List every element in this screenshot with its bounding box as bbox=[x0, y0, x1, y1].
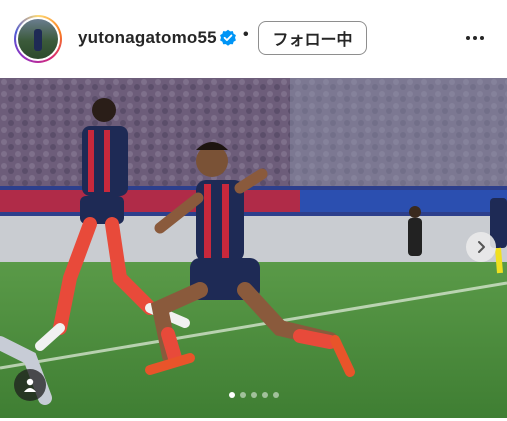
more-dot bbox=[480, 36, 484, 40]
more-dot bbox=[466, 36, 470, 40]
carousel-indicator bbox=[0, 392, 507, 400]
soccer-action-photo bbox=[0, 78, 507, 418]
carousel-dot bbox=[228, 392, 235, 398]
carousel-dot bbox=[261, 392, 268, 398]
following-button[interactable]: フォロー中 bbox=[258, 21, 367, 55]
separator-dot: • bbox=[243, 26, 249, 43]
avatar-frame bbox=[16, 17, 60, 61]
carousel-dot bbox=[250, 392, 257, 398]
post-photo[interactable] bbox=[0, 78, 507, 418]
carousel-dot bbox=[272, 392, 279, 398]
more-dot bbox=[473, 36, 477, 40]
carousel-dot bbox=[239, 392, 246, 398]
chevron-right-icon bbox=[478, 241, 485, 253]
post-header: yutonagatomo55 • フォロー中 bbox=[0, 0, 507, 78]
username[interactable]: yutonagatomo55 bbox=[78, 28, 217, 48]
avatar[interactable] bbox=[18, 19, 58, 59]
carousel-next-button[interactable] bbox=[466, 232, 496, 262]
more-options-icon[interactable] bbox=[460, 28, 490, 48]
avatar-story-ring[interactable] bbox=[14, 15, 62, 63]
verified-badge-icon bbox=[220, 29, 236, 46]
user-tag-icon bbox=[24, 378, 36, 392]
